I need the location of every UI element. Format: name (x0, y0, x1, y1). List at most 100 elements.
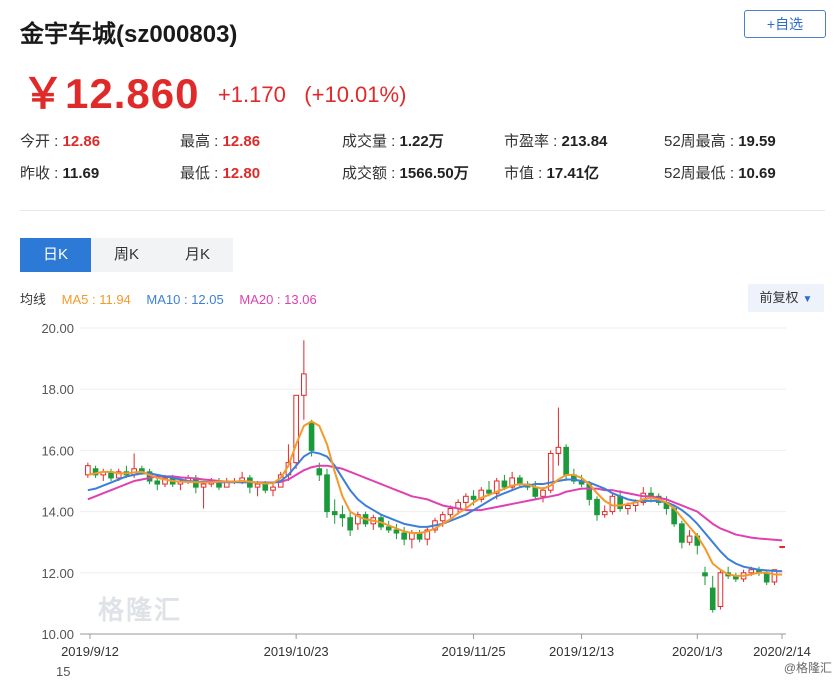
stat-item: 市值 : 17.41亿 (504, 162, 599, 183)
adjust-label: 前复权 (759, 290, 799, 305)
y-tick-label: 16.00 (41, 443, 74, 458)
stat-item: 成交额 : 1566.50万 (342, 162, 469, 183)
candle-up (301, 373, 307, 396)
ma-label: 均线 (20, 292, 47, 307)
x-tick-label: 2020/2/14 (753, 644, 811, 659)
y-tick-label: 18.00 (41, 382, 74, 397)
stat-item: 52周最低 : 10.69 (664, 162, 776, 183)
stat-value: 17.41亿 (546, 165, 600, 182)
candle-up (270, 486, 276, 491)
stat-value: 11.69 (62, 165, 100, 182)
candle-down (331, 511, 338, 516)
candle-up (555, 446, 562, 454)
kline-chart[interactable]: 20.00 18.00 16.00 14.00 12.00 10.00 2019/9/12 2… (0, 316, 838, 662)
x-tick-label: 2019/10/23 (264, 644, 329, 659)
candle-down (154, 480, 161, 485)
price-change: +1.170 (217, 81, 286, 107)
stat-label: 成交额 : (342, 165, 400, 182)
candle-up (625, 504, 631, 510)
volume-axis-top-label: 15 (56, 664, 71, 679)
candle-up (200, 483, 207, 488)
y-tick-label: 20.00 (41, 321, 74, 336)
candle-down (679, 523, 685, 543)
ma5-legend: MA5 : 11.94 (61, 292, 131, 307)
stock-header: 金宇车城(sz000803) +自选 (20, 8, 830, 48)
y-tick-label: 12.00 (41, 566, 74, 581)
candle-down (347, 517, 353, 531)
stat-value: 1566.50万 (399, 165, 469, 182)
y-tick-label: 10.00 (41, 627, 74, 642)
stat-label: 昨收 : (20, 165, 63, 182)
price-change-percent: (+10.01%) (304, 81, 407, 107)
candle-down (532, 486, 539, 497)
candle-down (262, 483, 269, 491)
tab-日K[interactable]: 日K (20, 238, 91, 272)
candle-down (316, 468, 323, 476)
candle-up (779, 545, 785, 548)
candle-up (686, 535, 693, 543)
x-tick-label: 2019/11/25 (442, 644, 506, 659)
candle-up (463, 495, 469, 503)
stat-item: 最高 : 12.86 (180, 130, 260, 151)
stat-label: 最低 : (180, 165, 223, 182)
candle-down (339, 514, 346, 519)
add-watchlist-button[interactable]: +自选 (744, 10, 826, 38)
kline-period-tabs: 日K 周K 月K (20, 238, 233, 272)
stat-label: 52周最低 : (664, 165, 739, 182)
candle-up (293, 394, 299, 464)
candle-down (594, 498, 600, 516)
adjust-dropdown[interactable]: 前复权 ▼ (748, 284, 824, 312)
y-tick-label: 14.00 (41, 505, 74, 520)
stat-value: 12.86 (222, 133, 261, 150)
stat-value: 12.86 (62, 133, 101, 150)
footer-watermark: @格隆汇 (783, 661, 832, 675)
stat-item: 今开 : 12.86 (20, 130, 100, 151)
ma10-legend: MA10 : 12.05 (146, 292, 224, 307)
candle-down (702, 572, 708, 577)
stat-item: 52周最高 : 19.59 (664, 130, 776, 151)
candle-down (563, 446, 569, 476)
stat-value: 10.69 (738, 165, 776, 182)
caret-down-icon: ▼ (802, 294, 813, 305)
ma20-legend: MA20 : 13.06 (239, 292, 317, 307)
price-row: ￥12.860 +1.170 (+10.01%) (22, 60, 407, 117)
divider (20, 210, 825, 211)
stat-value: 1.22万 (399, 133, 444, 150)
stat-value: 19.59 (738, 133, 776, 150)
stat-item: 昨收 : 11.69 (20, 162, 99, 183)
candle-up (717, 572, 724, 607)
stat-label: 成交量 : (342, 133, 400, 150)
candle-up (447, 508, 454, 516)
stat-item: 市盈率 : 213.84 (504, 130, 607, 151)
x-tick-label: 2019/9/12 (61, 644, 119, 659)
stat-item: 最低 : 12.80 (180, 162, 260, 183)
candle-down (470, 495, 477, 500)
candle-down (324, 474, 330, 513)
candle-down (709, 587, 716, 611)
tab-月K[interactable]: 月K (162, 238, 233, 272)
stat-label: 市盈率 : (504, 133, 562, 150)
candle-down (617, 495, 623, 510)
candle-up (439, 514, 446, 522)
stat-label: 市值 : (504, 165, 547, 182)
ma5-line (87, 420, 783, 577)
candle-down (763, 572, 770, 583)
candle-down (401, 532, 407, 540)
candle-down (486, 489, 492, 494)
candle-down (501, 480, 508, 488)
candle-down (385, 526, 392, 531)
tab-周K[interactable]: 周K (91, 238, 162, 272)
current-price: ￥12.860 (22, 70, 200, 117)
candle-up (254, 483, 261, 488)
stat-item: 成交量 : 1.22万 (342, 130, 444, 151)
stat-label: 52周最高 : (664, 133, 739, 150)
candle-up (85, 465, 91, 476)
stock-title: 金宇车城(sz000803) (20, 21, 238, 48)
candle-down (393, 529, 400, 534)
x-tick-label: 2019/12/13 (549, 644, 614, 659)
candle-up (748, 569, 755, 574)
candle-up (540, 489, 546, 497)
candle-down (308, 422, 315, 451)
x-tick-label: 2020/1/3 (672, 644, 723, 659)
candle-up (601, 511, 608, 516)
